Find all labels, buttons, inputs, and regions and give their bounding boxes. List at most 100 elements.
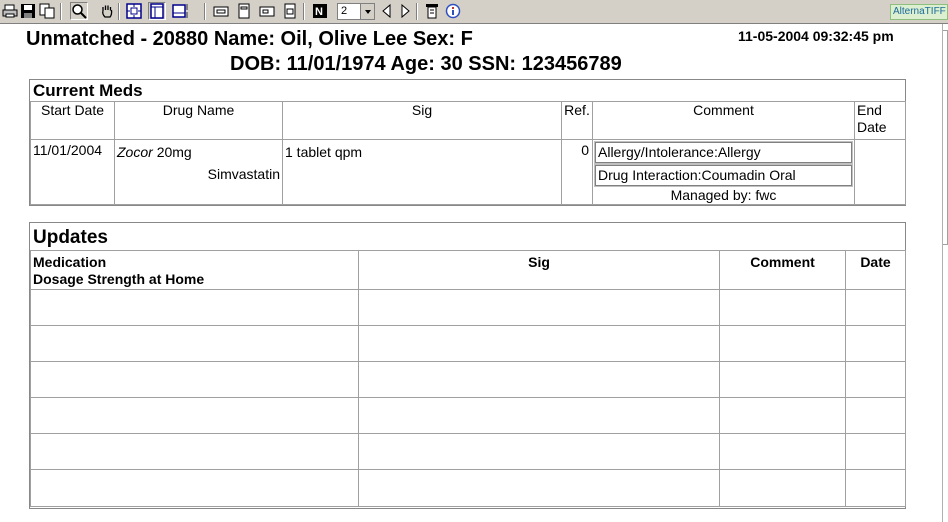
table-cell [30, 433, 359, 470]
drug-brand-name: Zocor [117, 144, 153, 160]
col-updates-date: Date [845, 250, 906, 290]
end-date-cell [854, 139, 906, 205]
table-cell [30, 397, 359, 434]
save-button[interactable] [19, 2, 37, 20]
scrollbar-thumb[interactable] [943, 30, 948, 245]
table-row [30, 469, 906, 507]
table-row [30, 433, 906, 470]
previous-page-button[interactable] [378, 2, 396, 20]
comment-cell: Allergy/Intolerance:Allergy Drug Interac… [592, 139, 855, 205]
col-medication-label: Medication [33, 254, 107, 270]
col-updates-sig: Sig [358, 250, 720, 290]
hand-pan-icon [102, 5, 113, 18]
previous-page-icon [382, 3, 391, 19]
page-width-icon [259, 6, 275, 17]
next-page-icon [401, 3, 410, 19]
col-end-date: End Date [854, 101, 906, 140]
fit-width-icon [150, 3, 164, 19]
patient-header-line2: DOB: 11/01/1974 Age: 30 SSN: 123456789 [230, 53, 622, 75]
table-cell [30, 289, 359, 326]
table-cell [358, 433, 720, 470]
current-meds-header-row: Start Date Drug Name Sig Ref. Comment En… [30, 101, 906, 140]
single-page-icon [238, 3, 250, 19]
comment-allergy: Allergy/Intolerance:Allergy [594, 141, 853, 164]
fit-height-button[interactable] [171, 2, 189, 20]
col-comment: Comment [592, 101, 855, 140]
table-cell [358, 361, 720, 398]
properties-icon [426, 4, 438, 19]
info-icon [445, 3, 461, 19]
sig-cell: 1 tablet qpm [282, 139, 562, 205]
fit-page-icon [126, 3, 142, 19]
table-cell [30, 361, 359, 398]
col-updates-comment: Comment [719, 250, 846, 290]
updates-title: Updates [33, 227, 108, 248]
col-ref: Ref. [561, 101, 593, 140]
comment-drug-interaction: Drug Interaction:Coumadin Oral [594, 164, 853, 187]
report-timestamp: 11-05-2004 09:32:45 pm [738, 28, 894, 44]
vertical-scrollbar[interactable] [942, 24, 948, 522]
page-height-button[interactable] [281, 2, 299, 20]
table-row [30, 397, 906, 434]
current-meds-title: Current Meds [33, 81, 143, 100]
page-number-select[interactable]: 2 [337, 3, 375, 20]
zoom-button[interactable] [70, 2, 88, 20]
chevron-down-icon [360, 4, 374, 19]
table-cell [719, 361, 846, 398]
table-cell [719, 397, 846, 434]
comment-managed-by: Managed by: fwc [670, 187, 777, 203]
start-date-cell: 11/01/2004 [30, 139, 115, 205]
viewer-toolbar: N 2 AlternaTIFF [0, 0, 948, 24]
patient-header-line1: Unmatched - 20880 Name: Oil, Olive Lee S… [26, 28, 473, 50]
table-cell [719, 433, 846, 470]
zoom-icon [72, 4, 87, 19]
print-button[interactable] [1, 2, 19, 20]
col-sig: Sig [282, 101, 562, 140]
table-cell [845, 469, 906, 507]
properties-button[interactable] [423, 2, 441, 20]
save-icon [21, 4, 35, 18]
svg-text:N: N [315, 6, 323, 18]
table-cell [845, 361, 906, 398]
table-cell [358, 397, 720, 434]
single-page-button[interactable] [235, 2, 253, 20]
page-view-button[interactable] [212, 2, 230, 20]
table-cell [358, 289, 720, 326]
next-page-button[interactable] [396, 2, 414, 20]
drug-name-cell: Zocor 20mg Simvastatin [114, 139, 283, 205]
drug-strength: 20mg [156, 144, 192, 160]
invert-icon: N [313, 4, 327, 18]
fit-width-button[interactable] [148, 2, 166, 20]
invert-button[interactable]: N [311, 2, 329, 20]
page-view-icon [213, 6, 229, 17]
table-cell [30, 469, 359, 507]
ref-cell: 0 [561, 139, 593, 205]
col-start-date: Start Date [30, 101, 115, 140]
info-button[interactable] [444, 2, 462, 20]
table-row: 11/01/2004 Zocor 20mg Simvastatin 1 tabl… [30, 139, 906, 205]
table-cell [845, 325, 906, 362]
hand-pan-button[interactable] [98, 2, 116, 20]
table-cell [845, 289, 906, 326]
fit-height-icon [172, 4, 188, 18]
table-row [30, 325, 906, 362]
col-drug-name: Drug Name [114, 101, 283, 140]
copy-button[interactable] [38, 2, 56, 20]
updates-header-row: Medication Dosage Strength at Home Sig C… [30, 250, 906, 290]
page-width-button[interactable] [258, 2, 276, 20]
page-number-value: 2 [341, 5, 348, 17]
table-cell [358, 469, 720, 507]
current-meds-table: Start Date Drug Name Sig Ref. Comment En… [30, 101, 906, 205]
table-cell [719, 469, 846, 507]
table-row [30, 289, 906, 326]
table-cell [719, 325, 846, 362]
table-cell [719, 289, 846, 326]
table-cell [845, 397, 906, 434]
drug-generic-name: Simvastatin [207, 166, 280, 182]
printer-icon [2, 4, 18, 18]
table-cell [30, 325, 359, 362]
fit-page-button[interactable] [125, 2, 143, 20]
alternatiff-brand: AlternaTIFF [890, 4, 948, 20]
table-row [30, 361, 906, 398]
col-dosage-label: Dosage Strength at Home [33, 271, 205, 287]
